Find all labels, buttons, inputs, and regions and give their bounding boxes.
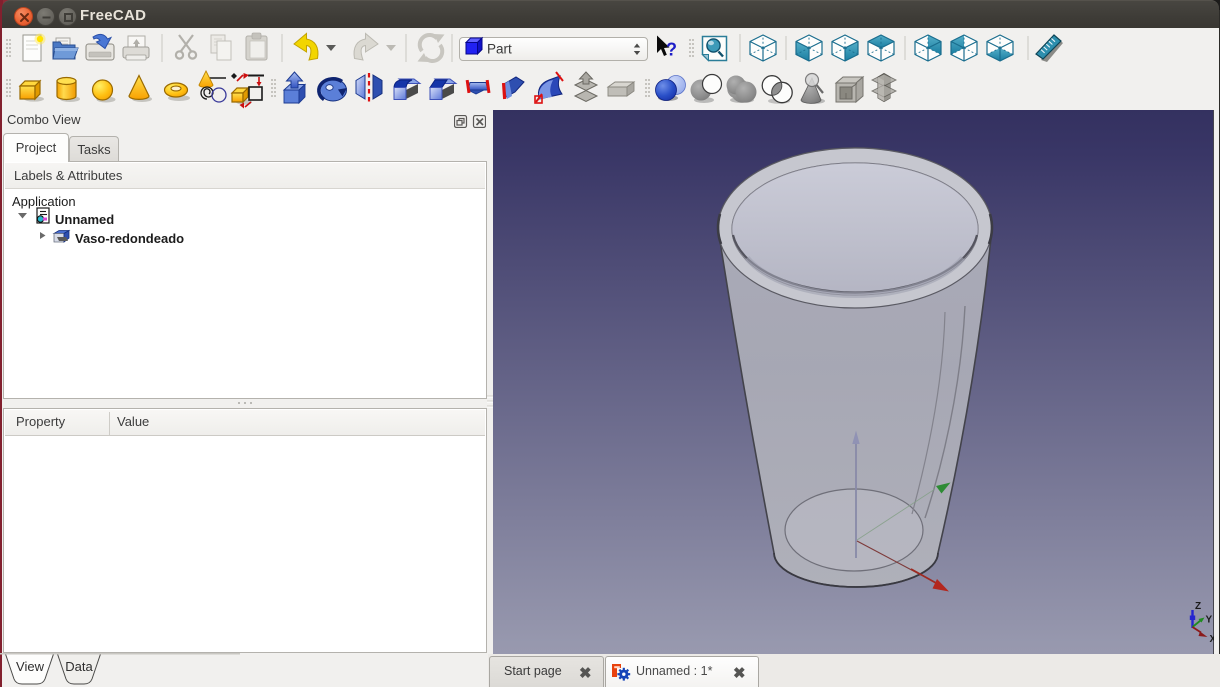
svg-text:?: ? (666, 40, 677, 60)
svg-text:Z: Z (1195, 601, 1201, 612)
svg-text:X: X (1210, 634, 1215, 645)
svg-text:Part: Part (487, 42, 512, 57)
svg-text:Y: Y (1206, 615, 1213, 626)
